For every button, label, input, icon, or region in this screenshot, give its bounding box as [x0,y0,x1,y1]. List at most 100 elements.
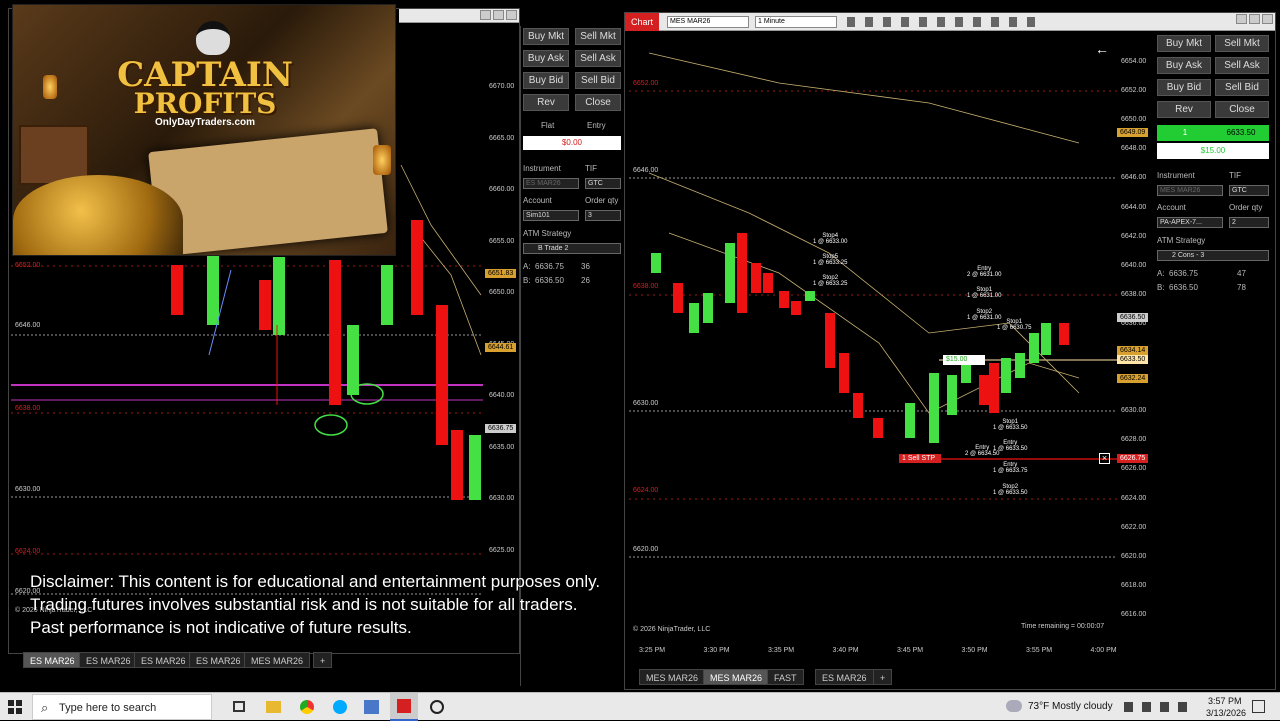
minimize-icon[interactable] [1236,14,1247,24]
minimize-icon[interactable] [480,10,491,20]
candle [989,363,999,413]
right-tab-3[interactable]: ES MAR26 [815,669,874,685]
left-tab-1[interactable]: ES MAR26 [79,652,138,668]
window-controls-right[interactable] [1236,14,1273,24]
candle [1001,358,1011,393]
candle [469,435,481,500]
right-qty-stepper[interactable]: 2 [1229,217,1269,228]
interval-select[interactable]: 1 Minute [755,16,837,28]
left-qty-stepper[interactable]: 3 [585,210,621,221]
right-instrument-select[interactable]: MES MAR26 [1157,185,1223,196]
skype-icon[interactable] [333,700,347,714]
candle [207,255,219,325]
right-add-tab-button[interactable]: + [873,669,893,685]
left-price-axis[interactable]: 6670.006665.006660.006655.006650.006645.… [485,25,521,625]
left-rev-button[interactable]: Rev [523,94,569,111]
right-price-flag-4: 6633.50 [1117,355,1149,364]
left-buy-bid-button[interactable]: Buy Bid [523,72,569,89]
right-account-select[interactable]: PA-APEX-7... [1157,217,1223,228]
right-price-axis[interactable]: 6654.00 6652.00 6650.00 6648.00 6646.00 6644.… [1117,33,1153,645]
right-buy-bid-button[interactable]: Buy Bid [1157,79,1211,96]
right-tif-select[interactable]: GTC [1229,185,1269,196]
left-tab-3[interactable]: ES MAR26 [189,652,248,668]
candle [171,265,183,315]
candle [751,263,761,293]
left-level-6652: 6652.00 [15,262,41,269]
candle [961,363,971,383]
map-scroll-image [148,128,388,255]
right-atm-select[interactable]: 2 Cons - 3 [1157,250,1269,261]
price-tick: 6618.00 [1121,581,1147,589]
tray-icons[interactable] [1124,702,1194,712]
cancel-order-icon[interactable]: × [1099,453,1110,464]
anno-stop2: Stop2 1 @ 6633.25 [813,275,848,287]
time-axis[interactable]: 3:25 PM 3:30 PM 3:35 PM 3:40 PM 3:45 PM 3:50 … [629,647,1117,659]
logo-site: OnlyDayTraders.com [154,117,256,128]
clock-time[interactable]: 3:57 PM [1208,696,1242,706]
left-sell-ask-button[interactable]: Sell Ask [575,50,621,67]
candle [979,375,989,405]
price-tick: 6652.00 [1121,87,1147,95]
instrument-select[interactable]: MES MAR26 [667,16,749,28]
left-bid-price: 6636.50 [535,276,564,285]
right-rev-button[interactable]: Rev [1157,101,1211,118]
maximize-icon[interactable] [1249,14,1260,24]
right-buy-mkt-button[interactable]: Buy Mkt [1157,35,1211,52]
maximize-icon[interactable] [493,10,504,20]
left-instrument-select[interactable]: ES MAR26 [523,178,579,189]
right-sell-mkt-button[interactable]: Sell Mkt [1215,35,1269,52]
right-tab-1[interactable]: MES MAR26 [703,669,770,685]
right-position-price: 6633.50 [1213,125,1269,141]
skull-icon [196,21,230,55]
window-controls[interactable] [480,10,517,20]
left-ask-price: 6636.75 [535,262,564,271]
right-qty-label: Order qty [1229,203,1263,212]
drawing-tools-icon[interactable] [847,17,1037,27]
close-icon[interactable] [1262,14,1273,24]
right-sell-bid-button[interactable]: Sell Bid [1215,79,1269,96]
ninjatrader-icon[interactable] [390,693,418,721]
back-arrow-icon[interactable]: ← [1095,41,1109,57]
left-add-tab-button[interactable]: + [313,652,333,668]
take-profit-tag[interactable]: $15.00 [943,355,971,364]
weather-text[interactable]: 73°F Mostly cloudy [1028,701,1113,712]
chrome-icon[interactable] [300,700,314,714]
left-buy-mkt-button[interactable]: Buy Mkt [523,28,569,45]
right-close-button[interactable]: Close [1215,101,1269,118]
left-atm-select[interactable]: B Trade 2 [523,243,621,254]
left-price-flag-3: 6636.75 [485,424,517,433]
candle [451,430,463,500]
left-buy-ask-button[interactable]: Buy Ask [523,50,569,67]
taskbar-search-box[interactable]: ⌕ Type here to search [32,694,212,720]
right-price-flag-3: 6634.14 [1117,346,1149,355]
left-sell-mkt-button[interactable]: Sell Mkt [575,28,621,45]
right-tab-2[interactable]: FAST [767,669,804,685]
close-icon[interactable] [506,10,517,20]
task-view-icon[interactable] [233,701,245,712]
left-account-select[interactable]: Sim101 [523,210,579,221]
left-tab-2[interactable]: ES MAR26 [134,652,193,668]
start-button[interactable] [8,700,22,714]
obs-icon[interactable] [430,700,444,714]
right-sell-ask-button[interactable]: Sell Ask [1215,57,1269,74]
chart-tab[interactable]: Chart [625,13,659,31]
candle [259,280,271,330]
notification-icon[interactable] [1252,700,1265,713]
left-tab-4[interactable]: MES MAR26 [244,652,311,668]
left-tab-0[interactable]: ES MAR26 [23,652,82,668]
price-tick: 6616.00 [1121,610,1147,618]
app-icon[interactable] [364,700,379,714]
left-close-button[interactable]: Close [575,94,621,111]
left-level-6630: 6630.00 [15,486,41,493]
left-sell-bid-button[interactable]: Sell Bid [575,72,621,89]
right-buy-ask-button[interactable]: Buy Ask [1157,57,1211,74]
time-remaining: Time remaining = 00:00:07 [1021,623,1105,630]
taskbar: ⌕ Type here to search 73°F Mostly cloudy… [0,692,1280,721]
clock-date[interactable]: 3/13/2026 [1206,708,1246,718]
sell-stop-order-tag[interactable]: 1 Sell STP [899,454,941,463]
right-tab-0[interactable]: MES MAR26 [639,669,706,685]
right-chart-canvas[interactable] [629,33,1117,645]
left-tif-select[interactable]: GTC [585,178,621,189]
file-explorer-icon[interactable] [266,701,281,713]
right-ask-price: 6636.75 [1169,269,1198,278]
